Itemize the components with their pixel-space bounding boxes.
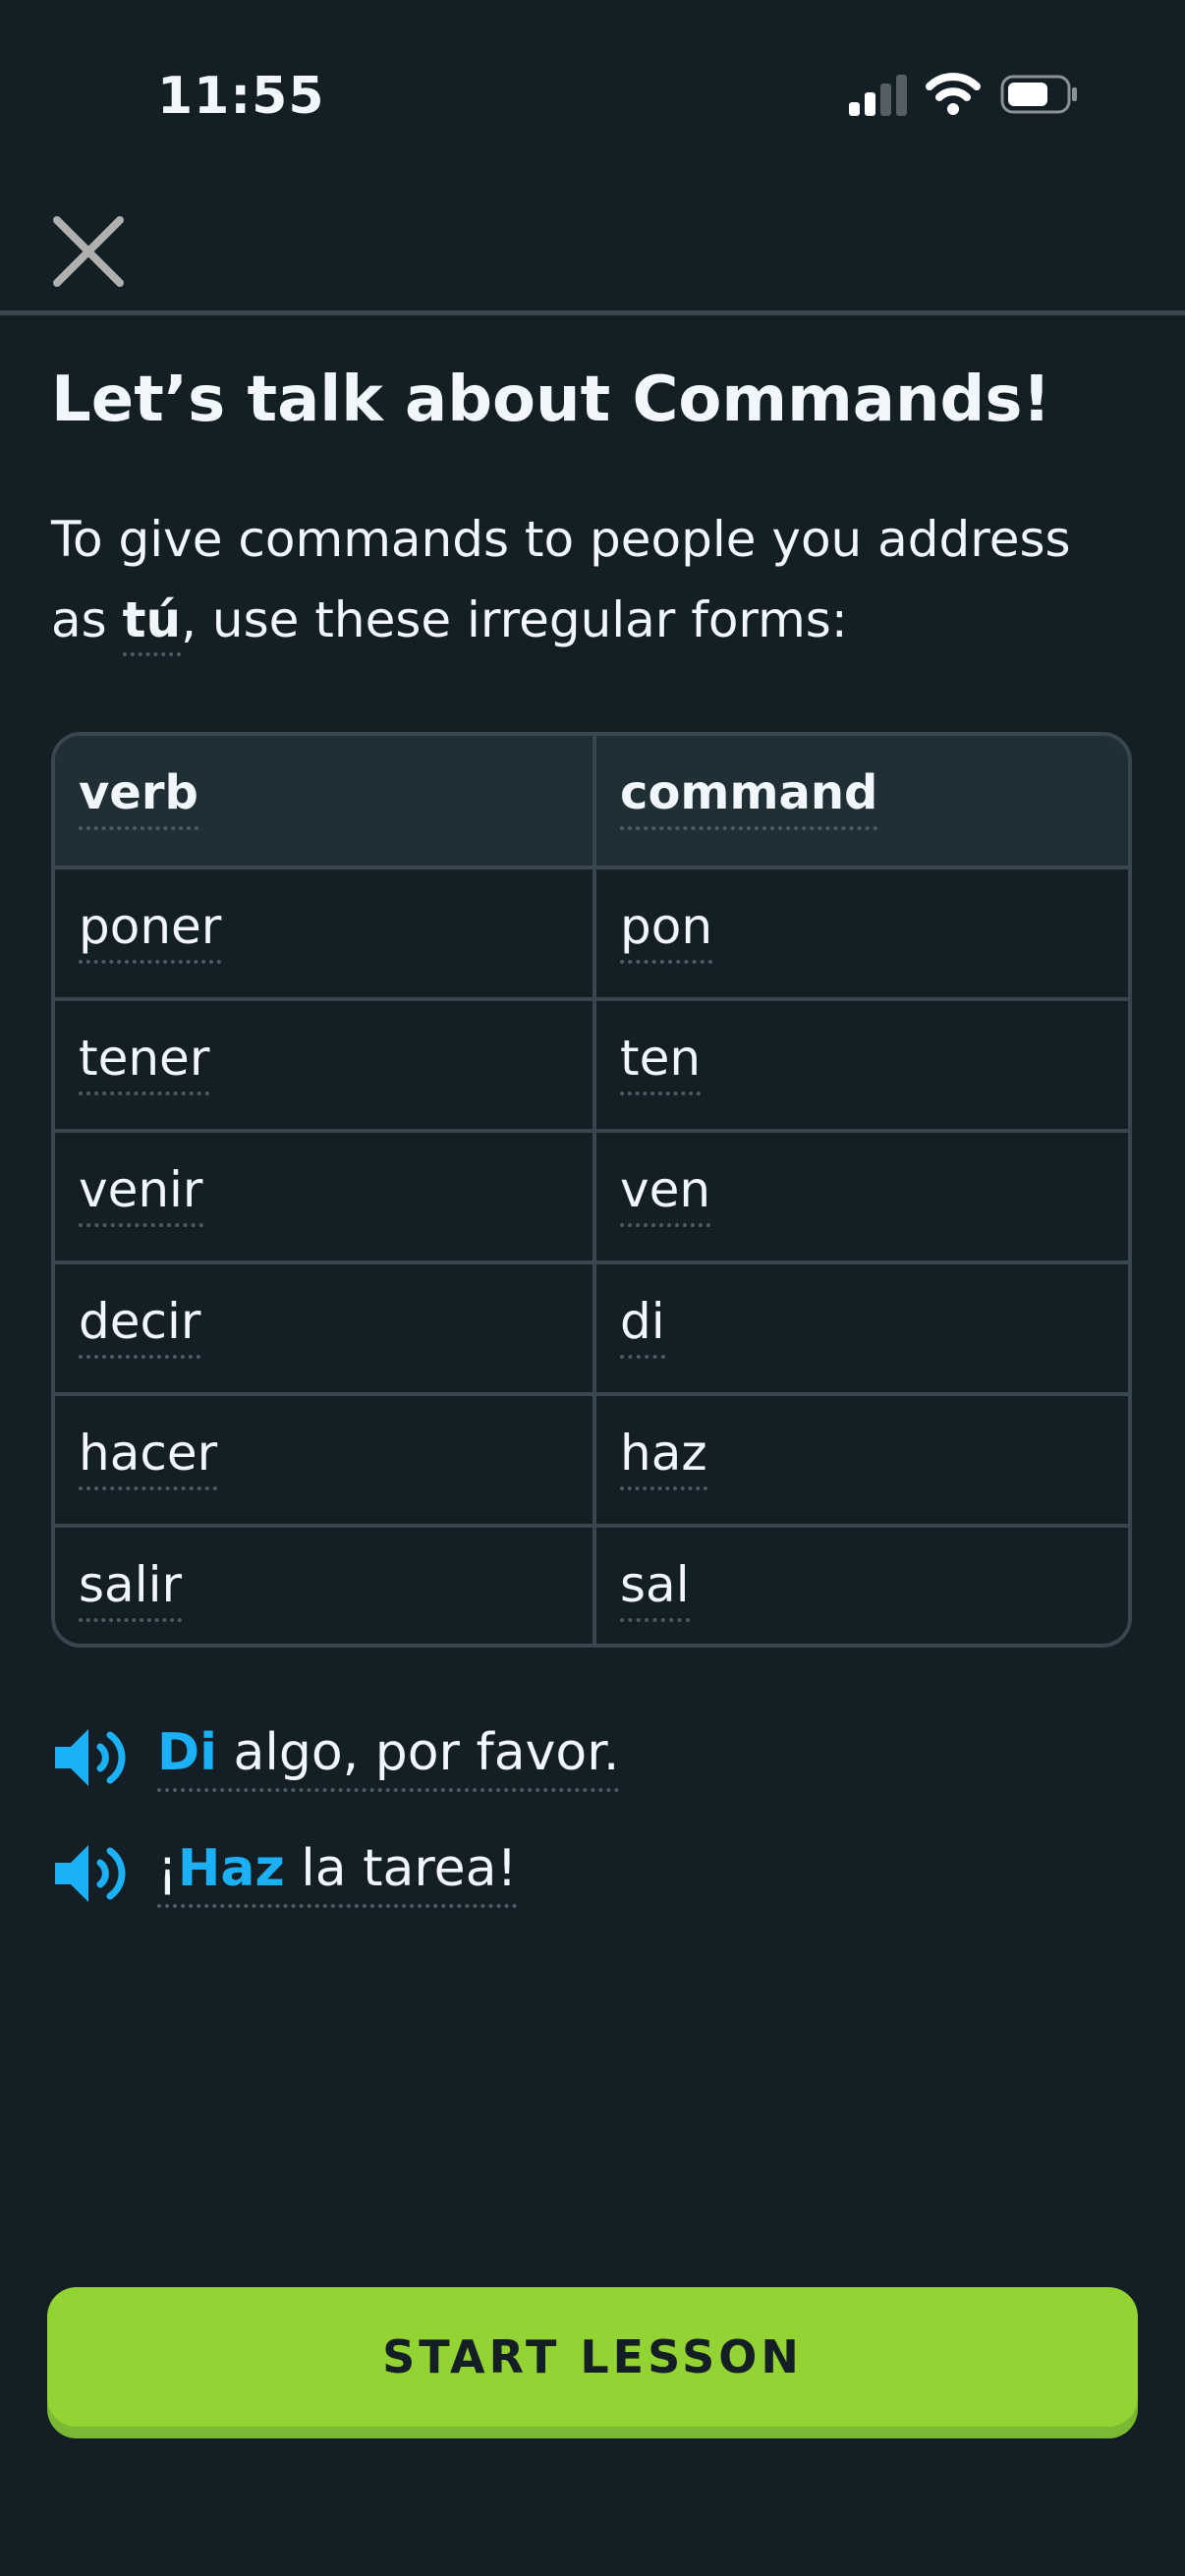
cellular-signal-icon bbox=[849, 75, 908, 116]
verb-word[interactable]: salir bbox=[79, 1555, 183, 1622]
header-divider bbox=[0, 310, 1185, 315]
verb-word[interactable]: decir bbox=[79, 1292, 201, 1359]
sentence-rest: algo, por favor. bbox=[217, 1723, 620, 1782]
table-row: hacer haz bbox=[55, 1396, 1128, 1528]
intro-part2: , use these irregular forms: bbox=[181, 591, 848, 648]
table-cell-command: haz bbox=[596, 1396, 1128, 1524]
command-word[interactable]: ven bbox=[620, 1160, 711, 1227]
table-cell-verb: venir bbox=[55, 1133, 596, 1260]
verb-word[interactable]: venir bbox=[79, 1160, 203, 1227]
start-lesson-label: START LESSON bbox=[382, 2330, 803, 2383]
page-title: Let’s talk about Commands! bbox=[51, 364, 1051, 436]
status-time: 11:55 bbox=[157, 67, 325, 126]
verb-word[interactable]: tener bbox=[79, 1029, 210, 1095]
example-sentence-text[interactable]: ¡Haz la tarea! bbox=[157, 1837, 518, 1908]
speaker-icon[interactable] bbox=[51, 1723, 130, 1792]
highlighted-command: Haz bbox=[177, 1839, 285, 1898]
table-header-row: verb command bbox=[55, 736, 1128, 869]
table-cell-command: ven bbox=[596, 1133, 1128, 1260]
wifi-icon bbox=[926, 73, 981, 115]
table-cell-verb: poner bbox=[55, 869, 596, 997]
sentence-rest: la tarea! bbox=[284, 1839, 518, 1898]
table-row: decir di bbox=[55, 1264, 1128, 1396]
table-row: venir ven bbox=[55, 1133, 1128, 1264]
table-cell-command: di bbox=[596, 1264, 1128, 1392]
command-word[interactable]: di bbox=[620, 1292, 665, 1359]
header-cell-command: command bbox=[596, 736, 1128, 866]
start-lesson-button[interactable]: START LESSON bbox=[47, 2287, 1138, 2427]
table-row: salir sal bbox=[55, 1528, 1128, 1644]
header-label-verb[interactable]: verb bbox=[79, 763, 198, 830]
table-row: poner pon bbox=[55, 869, 1128, 1001]
table-cell-command: sal bbox=[596, 1528, 1128, 1644]
table-cell-verb: hacer bbox=[55, 1396, 596, 1524]
verb-word[interactable]: poner bbox=[79, 897, 222, 964]
intro-text: To give commands to people you address a… bbox=[51, 499, 1142, 660]
header-label-command[interactable]: command bbox=[620, 763, 878, 830]
command-word[interactable]: pon bbox=[620, 897, 713, 964]
verb-command-table: verb command poner pon tener ten venir v… bbox=[51, 732, 1132, 1648]
battery-icon bbox=[1000, 75, 1077, 114]
intro-emphasis-word[interactable]: tú bbox=[122, 591, 182, 656]
close-icon bbox=[53, 216, 124, 287]
status-bar: 11:55 bbox=[0, 0, 1185, 187]
table-cell-command: ten bbox=[596, 1001, 1128, 1129]
table-cell-command: pon bbox=[596, 869, 1128, 997]
speaker-icon[interactable] bbox=[51, 1839, 130, 1908]
close-button[interactable] bbox=[49, 212, 128, 291]
table-cell-verb: tener bbox=[55, 1001, 596, 1129]
command-word[interactable]: ten bbox=[620, 1029, 702, 1095]
example-sentence-text[interactable]: Di algo, por favor. bbox=[157, 1721, 620, 1792]
table-row: tener ten bbox=[55, 1001, 1128, 1133]
command-word[interactable]: haz bbox=[620, 1424, 707, 1490]
sentence-prefix: ¡ bbox=[157, 1839, 178, 1898]
table-cell-verb: salir bbox=[55, 1528, 596, 1644]
command-word[interactable]: sal bbox=[620, 1555, 690, 1622]
header-cell-verb: verb bbox=[55, 736, 596, 866]
verb-word[interactable]: hacer bbox=[79, 1424, 218, 1490]
highlighted-command: Di bbox=[157, 1723, 217, 1782]
table-cell-verb: decir bbox=[55, 1264, 596, 1392]
